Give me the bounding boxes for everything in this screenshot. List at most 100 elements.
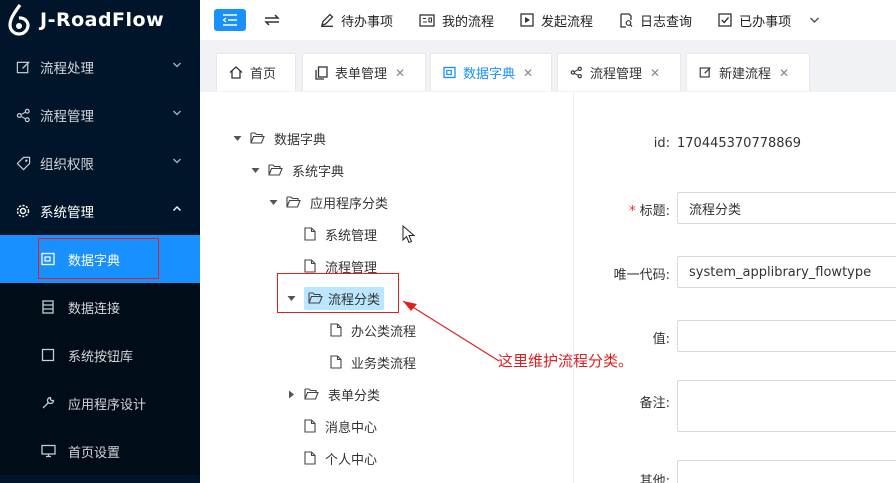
chevron-down-icon [173, 62, 181, 68]
tree-node-label: 消息中心 [325, 420, 378, 436]
dictionary-tree: 数据字典 系统字典 应用程序分类 系统管理 流程管理 流程分类 办公类流程 业务… [200, 92, 633, 483]
tree-node[interactable]: 个人中心 [304, 446, 381, 470]
sidebar-item-flow-process[interactable]: 流程处理 [0, 43, 200, 91]
edit-icon [14, 58, 32, 76]
square-icon [40, 347, 56, 363]
id-card-icon [419, 13, 435, 27]
annotation-arrow [402, 300, 500, 362]
nav-my-flow[interactable]: 我的流程 [419, 11, 494, 30]
logo-text: J-RoadFlow [40, 9, 165, 31]
file-icon [304, 227, 316, 241]
file-icon [304, 259, 316, 273]
sidebar-item-label: 系统管理 [40, 205, 94, 221]
file-icon [330, 355, 342, 369]
tree-node-label: 系统字典 [292, 164, 345, 180]
code-input[interactable]: system_applibrary_flowtype [677, 256, 896, 288]
main-content: 数据字典 系统字典 应用程序分类 系统管理 流程管理 流程分类 办公类流程 业务… [200, 92, 896, 483]
sidebar-item-label: 流程管理 [40, 109, 94, 125]
dictionary-form: id: 170445370778869 * 标题: 流程分类 唯一代码: syst… [574, 92, 896, 483]
gear-icon [14, 202, 32, 220]
check-square-icon [718, 13, 732, 27]
tree-node[interactable]: 表单分类 [284, 382, 384, 406]
more-dropdown[interactable] [809, 15, 820, 25]
tree-node[interactable]: 系统字典 [248, 158, 348, 182]
sidebar-subitem-label: 系统按钮库 [68, 349, 134, 365]
caret-right-icon[interactable] [284, 390, 298, 399]
sidebar-item-label: 流程处理 [40, 61, 94, 77]
title-label: * 标题: [629, 204, 670, 219]
top-toolbar: 待办事项 我的流程 发起流程 日志查询 已办事项 [200, 0, 896, 40]
value-label: 值: [652, 332, 670, 347]
value-input[interactable] [677, 320, 896, 352]
note-textarea[interactable] [677, 380, 896, 432]
tree-node[interactable]: 系统管理 [304, 222, 381, 246]
mouse-cursor-icon [402, 225, 416, 244]
sidebar-subitem-label: 首页设置 [68, 445, 121, 461]
menu-toggle-button[interactable] [214, 9, 246, 31]
note-label: 备注: [639, 396, 670, 411]
nav-start-flow-label: 发起流程 [541, 14, 594, 30]
nav-log-query[interactable]: 日志查询 [619, 11, 692, 30]
logo-icon [8, 4, 30, 36]
wrench-icon [40, 395, 56, 411]
nav-done[interactable]: 已办事项 [718, 11, 791, 30]
sidebar-item-org-permission[interactable]: 组织权限 [0, 139, 200, 187]
sidebar-subitem-button-library[interactable]: 系统按钮库 [0, 331, 200, 379]
chevron-down-icon [810, 17, 820, 23]
tree-node-label: 应用程序分类 [310, 196, 389, 212]
dictionary-icon [443, 66, 456, 79]
title-input[interactable]: 流程分类 [677, 192, 896, 224]
share-icon [14, 106, 32, 124]
tab-label: 首页 [250, 67, 277, 82]
nav-todo[interactable]: 待办事项 [320, 11, 393, 30]
sidebar-subitem-homepage-settings[interactable]: 首页设置 [0, 427, 200, 475]
search-doc-icon [619, 12, 633, 28]
other-input[interactable] [677, 460, 896, 483]
tab-home[interactable]: 首页 [216, 53, 296, 91]
sidebar-item-flow-manage[interactable]: 流程管理 [0, 91, 200, 139]
play-icon [520, 13, 534, 27]
tab-form-manage[interactable]: 表单管理 ✕ [302, 53, 426, 91]
nav-start-flow[interactable]: 发起流程 [520, 11, 593, 30]
nav-done-label: 已办事项 [739, 14, 792, 30]
database-icon [40, 299, 56, 315]
sidebar-subitem-app-design[interactable]: 应用程序设计 [0, 379, 200, 427]
refresh-button[interactable] [256, 9, 288, 31]
sidebar-item-label: 组织权限 [40, 157, 94, 173]
sidebar-subitem-label: 应用程序设计 [68, 397, 147, 413]
chevron-up-icon [173, 206, 181, 211]
id-value: 170445370778869 [677, 136, 802, 151]
close-icon[interactable]: ✕ [779, 66, 789, 80]
id-label: id: [653, 136, 670, 151]
tree-node[interactable]: 消息中心 [304, 414, 381, 438]
close-icon[interactable]: ✕ [523, 66, 533, 80]
tab-label: 流程管理 [590, 67, 643, 82]
chevron-down-icon [173, 158, 181, 164]
tree-node[interactable]: 应用程序分类 [266, 190, 392, 214]
close-icon[interactable]: ✕ [395, 66, 405, 80]
folder-open-icon [286, 196, 301, 208]
tab-flow-manage[interactable]: 流程管理 ✕ [557, 53, 681, 91]
code-label: 唯一代码: [613, 268, 670, 283]
tree-node-label: 数据字典 [274, 132, 327, 148]
close-icon[interactable]: ✕ [650, 66, 660, 80]
caret-down-icon[interactable] [230, 135, 244, 142]
caret-down-icon[interactable] [266, 199, 280, 206]
tree-node-label: 个人中心 [325, 452, 378, 468]
home-icon [229, 66, 243, 79]
caret-down-icon[interactable] [248, 167, 262, 174]
edit-icon [699, 66, 712, 79]
nav-my-flow-label: 我的流程 [442, 14, 495, 30]
tree-node[interactable]: 数据字典 [230, 126, 330, 150]
folder-open-icon [304, 388, 319, 400]
monitor-icon [40, 443, 56, 459]
sidebar-item-system-manage[interactable]: 系统管理 [0, 187, 200, 235]
file-icon [330, 323, 342, 337]
tab-new-flow[interactable]: 新建流程 ✕ [686, 53, 810, 91]
tab-label: 表单管理 [335, 67, 388, 82]
sidebar-subitem-data-connection[interactable]: 数据连接 [0, 283, 200, 331]
folder-open-icon [268, 164, 283, 176]
tab-data-dictionary[interactable]: 数据字典 ✕ [430, 53, 552, 91]
highlight-box [38, 238, 159, 279]
pen-icon [320, 13, 334, 27]
